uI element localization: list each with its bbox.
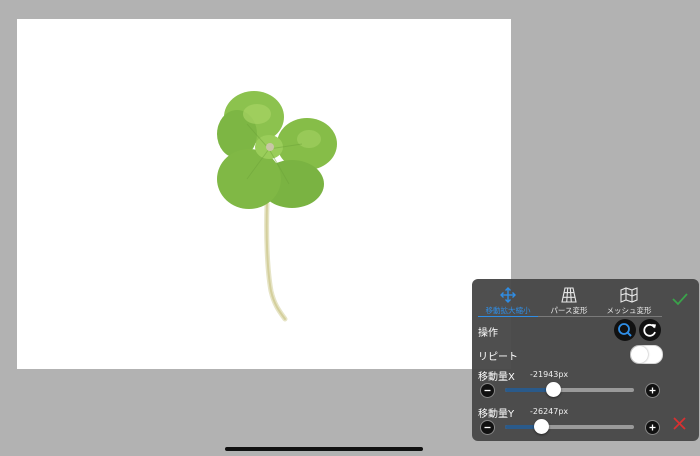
minus-icon bbox=[484, 389, 491, 392]
operation-label: 操作 bbox=[478, 328, 498, 339]
mesh-map-icon bbox=[620, 287, 638, 303]
move-x-value: -21943px bbox=[530, 370, 569, 379]
slider-thumb[interactable] bbox=[534, 419, 550, 434]
tab-mesh[interactable]: メッシュ変形 bbox=[599, 287, 659, 317]
move-y-increment-button[interactable] bbox=[645, 420, 660, 435]
move-y-label: 移動量Y bbox=[478, 409, 515, 420]
move-arrows-icon bbox=[500, 287, 516, 303]
move-x-increment-button[interactable] bbox=[645, 383, 660, 398]
zoom-button[interactable] bbox=[614, 319, 636, 341]
tab-label: 移動拡大縮小 bbox=[485, 306, 531, 315]
tab-label: パース変形 bbox=[550, 306, 588, 315]
move-x-decrement-button[interactable] bbox=[480, 383, 495, 398]
repeat-toggle[interactable] bbox=[630, 345, 663, 364]
drawing-canvas[interactable] bbox=[17, 19, 511, 369]
move-x-slider[interactable] bbox=[505, 382, 634, 397]
confirm-button[interactable] bbox=[671, 291, 689, 307]
cancel-button[interactable] bbox=[672, 416, 687, 431]
divider bbox=[538, 316, 662, 317]
close-icon bbox=[673, 417, 686, 430]
zoom-icon bbox=[618, 323, 632, 337]
perspective-grid-icon bbox=[561, 287, 577, 303]
minus-icon bbox=[484, 426, 491, 429]
move-y-slider[interactable] bbox=[505, 419, 634, 434]
move-y-decrement-button[interactable] bbox=[480, 420, 495, 435]
move-y-value: -26247px bbox=[530, 407, 569, 416]
rotate-icon bbox=[643, 323, 656, 337]
repeat-label: リピート bbox=[478, 352, 518, 363]
tab-label: メッシュ変形 bbox=[606, 306, 652, 315]
toggle-knob bbox=[631, 346, 648, 363]
plus-icon bbox=[649, 424, 656, 431]
checkmark-icon bbox=[672, 293, 688, 306]
home-indicator[interactable] bbox=[225, 447, 423, 451]
tab-move-scale[interactable]: 移動拡大縮小 bbox=[478, 287, 538, 317]
active-tab-indicator bbox=[478, 316, 538, 317]
tab-perspective[interactable]: パース変形 bbox=[539, 287, 599, 317]
rotate-button[interactable] bbox=[639, 319, 661, 341]
move-x-label: 移動量X bbox=[478, 372, 515, 383]
slider-thumb[interactable] bbox=[545, 382, 561, 397]
four-leaf-clover-image bbox=[217, 91, 337, 322]
plus-icon bbox=[649, 387, 656, 394]
transform-tool-panel: 移動拡大縮小 パース変形 メッシュ変形 操作 リピート 移動量X -21943p… bbox=[472, 279, 699, 441]
